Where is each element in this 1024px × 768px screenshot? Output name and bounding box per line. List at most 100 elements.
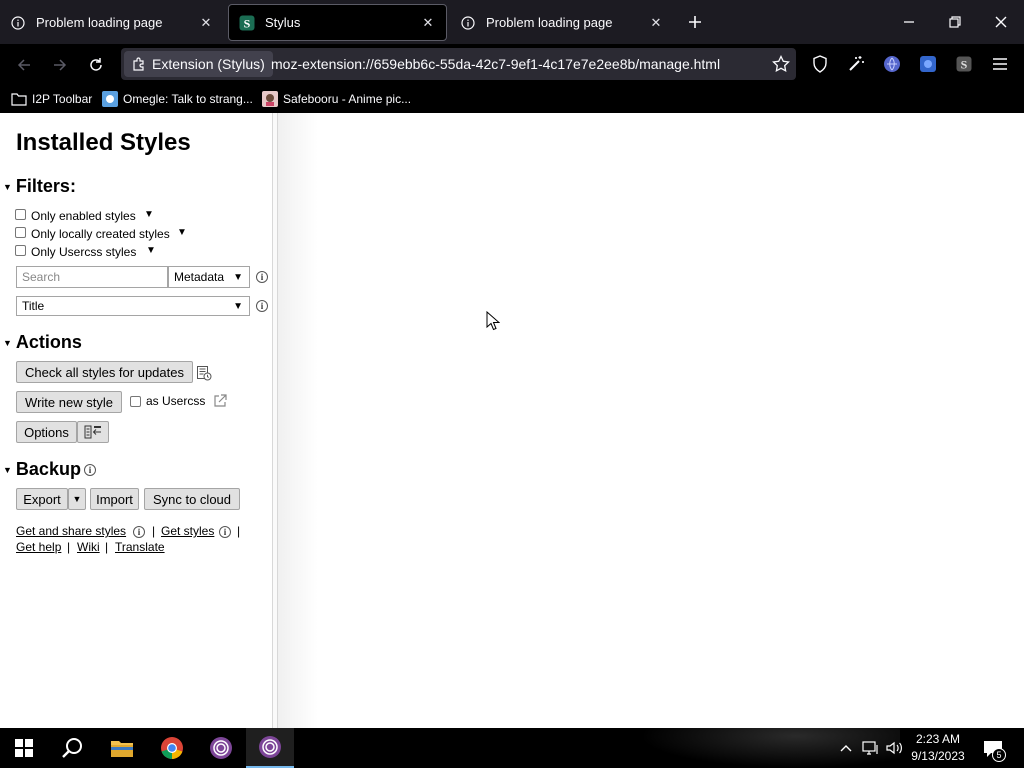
wand-icon [849, 56, 864, 71]
arrow-left-icon [17, 59, 30, 71]
start-button[interactable] [0, 728, 48, 768]
export-menu-button[interactable]: ▼ [68, 488, 86, 510]
volume-tray-button[interactable] [886, 740, 904, 756]
get-help-link[interactable]: Get help [16, 540, 61, 554]
hamburger-icon [993, 58, 1007, 70]
site-identity-button[interactable]: Extension (Stylus) [124, 51, 273, 77]
backup-section-toggle[interactable]: ▼ Backup [3, 459, 81, 480]
check-updates-button[interactable]: Check all styles for updates [16, 361, 193, 383]
sort-select[interactable]: Title ▼ [16, 296, 250, 316]
search-info-icon[interactable]: i [256, 271, 268, 283]
only-enabled-checkbox[interactable] [15, 209, 26, 220]
close-tab-icon[interactable]: ✕ [420, 15, 436, 31]
extension-button-2[interactable] [916, 52, 940, 76]
url-text[interactable]: moz-extension://659ebb6c-55da-42c7-9ef1-… [271, 56, 720, 72]
sort-info-icon[interactable]: i [256, 300, 268, 312]
extension-button-1[interactable] [880, 52, 904, 76]
tab-problem-loading-2[interactable]: Problem loading page ✕ [450, 4, 674, 41]
external-link-icon[interactable] [213, 394, 227, 408]
sync-to-cloud-button[interactable]: Sync to cloud [144, 488, 240, 510]
taskbar-file-explorer[interactable] [98, 728, 146, 768]
caret-down-icon: ▼ [3, 181, 12, 192]
translate-link[interactable]: Translate [115, 540, 165, 554]
bookmark-i2p-toolbar[interactable]: I2P Toolbar [11, 89, 92, 109]
bookmark-label: Safebooru - Anime pic... [283, 92, 412, 106]
safebooru-icon [262, 91, 278, 107]
export-button[interactable]: Export [16, 488, 68, 510]
close-tab-icon[interactable]: ✕ [648, 15, 664, 31]
extension-icon [133, 57, 144, 71]
link-separator: | [67, 540, 71, 554]
actions-section-toggle[interactable]: ▼ Actions [3, 332, 82, 353]
taskbar-search-button[interactable] [48, 728, 96, 768]
write-new-style-button[interactable]: Write new style [16, 391, 122, 413]
new-tab-button[interactable] [683, 10, 707, 34]
only-usercss-label[interactable]: Only Usercss styles [31, 245, 136, 259]
minimize-icon [904, 21, 914, 23]
tab-label: Problem loading page [36, 15, 163, 30]
stylus-toolbar-button[interactable]: S [952, 52, 976, 76]
tab-stylus[interactable]: S Stylus ✕ [228, 4, 447, 41]
get-and-share-styles-link[interactable]: Get and share styles [16, 524, 126, 538]
stylus-icon: S [239, 15, 255, 31]
search-icon [62, 738, 82, 758]
chrome-icon [161, 737, 183, 759]
star-icon [772, 55, 790, 73]
folder-icon [11, 91, 27, 107]
info-icon [10, 15, 26, 31]
manage-options-button[interactable] [77, 421, 109, 443]
import-button[interactable]: Import [90, 488, 139, 510]
svg-text:S: S [961, 58, 968, 72]
network-tray-button[interactable] [862, 740, 880, 756]
filters-section-toggle[interactable]: ▼ Filters: [3, 176, 76, 197]
options-button[interactable]: Options [16, 421, 77, 443]
triangle-down-icon[interactable]: ▼ [146, 245, 156, 256]
as-usercss-label[interactable]: as Usercss [146, 394, 205, 408]
tab-label: Stylus [265, 15, 301, 30]
get-and-share-info-icon[interactable]: i [133, 526, 145, 538]
only-enabled-label[interactable]: Only enabled styles [31, 209, 136, 223]
restore-button[interactable] [932, 0, 978, 44]
taskbar-clock[interactable]: 2:23 AM 9/13/2023 [908, 731, 968, 765]
close-icon [995, 16, 1007, 28]
reload-button[interactable] [83, 52, 109, 78]
close-window-button[interactable] [978, 0, 1024, 44]
show-hidden-icons-button[interactable] [838, 740, 854, 756]
minimize-button[interactable] [886, 0, 932, 44]
bookmark-label: Omegle: Talk to strang... [123, 92, 253, 106]
bookmark-safebooru[interactable]: Safebooru - Anime pic... [262, 89, 411, 109]
shield-button[interactable] [808, 52, 832, 76]
triangle-down-icon[interactable]: ▼ [177, 227, 187, 238]
tab-problem-loading-1[interactable]: Problem loading page ✕ [0, 4, 224, 41]
get-styles-info-icon[interactable]: i [219, 526, 231, 538]
magic-wand-button[interactable] [844, 52, 868, 76]
only-usercss-checkbox[interactable] [15, 245, 26, 256]
search-input[interactable]: Search [16, 266, 168, 288]
caret-down-icon: ▼ [3, 464, 12, 475]
restore-icon [949, 16, 961, 28]
menu-button[interactable] [988, 52, 1012, 76]
blue-extension-icon [920, 56, 936, 72]
desktop-wallpaper-peek [640, 728, 900, 768]
shield-icon [813, 55, 827, 73]
as-usercss-checkbox[interactable] [130, 396, 141, 407]
taskbar-tor-browser-1[interactable] [197, 728, 245, 768]
bookmark-star-button[interactable] [769, 52, 793, 76]
triangle-down-icon[interactable]: ▼ [144, 209, 154, 220]
forward-button[interactable] [47, 52, 73, 78]
clock-time: 2:23 AM [915, 732, 961, 746]
search-mode-select[interactable]: Metadata ▼ [168, 266, 250, 288]
wiki-link[interactable]: Wiki [77, 540, 100, 554]
taskbar-tor-browser-2-active[interactable] [246, 728, 294, 768]
close-tab-icon[interactable]: ✕ [198, 15, 214, 31]
only-local-checkbox[interactable] [15, 227, 26, 238]
update-history-icon[interactable] [196, 365, 212, 381]
back-button[interactable] [11, 52, 37, 78]
backup-info-icon[interactable]: i [84, 464, 96, 476]
folder-icon [111, 741, 133, 757]
bookmark-omegle[interactable]: Omegle: Talk to strang... [102, 89, 253, 109]
get-styles-link[interactable]: Get styles [161, 524, 214, 538]
only-local-label[interactable]: Only locally created styles [31, 227, 170, 241]
notification-count-badge: 5 [992, 748, 1006, 762]
taskbar-chrome[interactable] [148, 728, 196, 768]
